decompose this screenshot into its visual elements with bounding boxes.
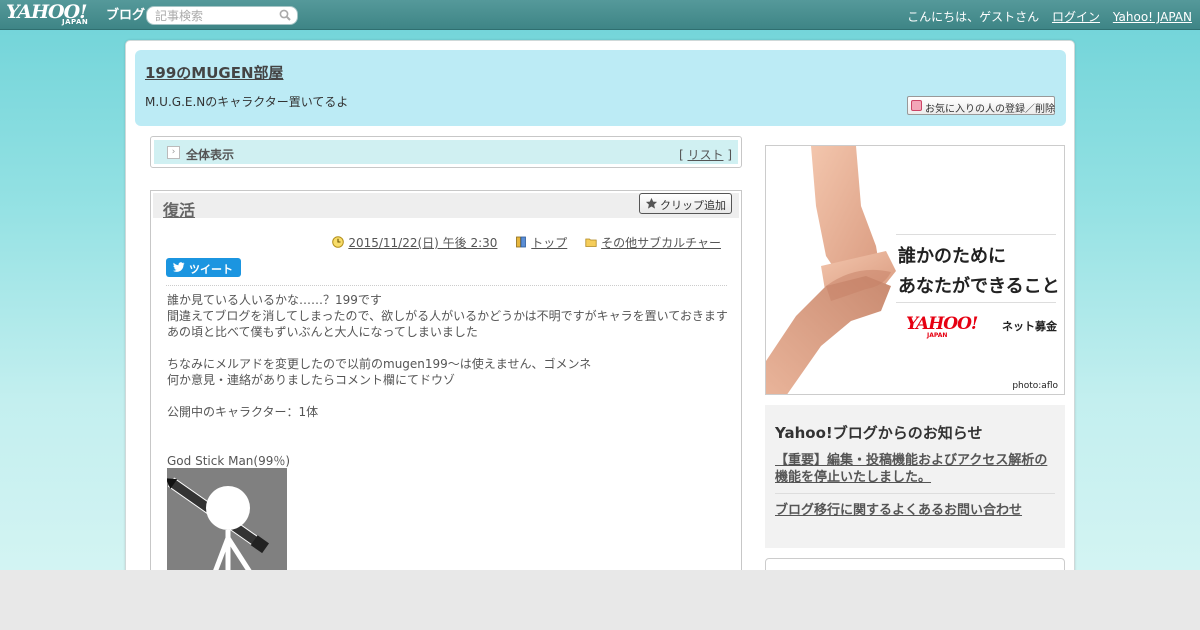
post-body: 誰か見ている人いるかな……？199です 間違えてブログを消してしまったので、欲し… xyxy=(167,292,729,420)
notice-link-important[interactable]: 【重要】編集・投稿機能およびアクセス解析の機能を停止いたしました。 xyxy=(775,452,1057,486)
notice-box: Yahoo!ブログからのお知らせ 【重要】編集・投稿機能およびアクセス解析の機能… xyxy=(765,405,1065,548)
clock-icon xyxy=(332,236,345,248)
post-body-line: 誰か見ている人いるかな……？199です xyxy=(167,293,382,307)
list-bracket-open: [ xyxy=(678,148,684,162)
search-icon[interactable] xyxy=(279,9,291,21)
list-view-link-group: [ リスト ] xyxy=(679,146,732,163)
book-icon xyxy=(516,236,527,248)
blog-subtitle: M.U.G.E.Nのキャラクター置いてるよ xyxy=(145,95,349,109)
ad-yahoo-japan-sub: JAPAN xyxy=(927,332,948,339)
logo-japan-text: JAPAN xyxy=(62,18,89,26)
post-date-item: 2015/11/22(日) 午後 2:30 xyxy=(332,234,497,251)
favorite-button-label: お気に入りの人の登録／削除 xyxy=(925,104,1055,115)
post-category-item: その他サブカルチャー xyxy=(585,234,721,251)
character-image[interactable] xyxy=(167,468,287,570)
post-header: 復活 クリップ追加 xyxy=(153,193,739,221)
post-body-line xyxy=(167,340,729,356)
chevron-right-icon: › xyxy=(167,146,180,159)
character-caption: God Stick Man(99％) xyxy=(167,454,291,468)
ad-service-name: ネット募金 xyxy=(1002,320,1057,333)
ad-headline-2: あなたができること xyxy=(898,276,1060,297)
post-datetime-link[interactable]: 2015/11/22(日) 午後 2:30 xyxy=(348,236,497,250)
ad-headline-1: 誰かのために xyxy=(898,246,1006,267)
category-label: 全体表示 xyxy=(186,148,235,162)
login-link[interactable]: ログイン xyxy=(1052,10,1100,24)
handshake-photo xyxy=(766,146,896,394)
category-bar-inner: › 全体表示 [ リスト ] xyxy=(154,140,738,164)
notice-separator xyxy=(775,493,1055,494)
post-body-line: ちなみにメルアドを変更したので以前のmugen199～は使えません、ゴメンネ xyxy=(167,357,592,371)
star-icon xyxy=(645,197,658,209)
post-body-line: 間違えてブログを消してしまったので、欲しがる人がいるかどうかは不明ですがキャラを… xyxy=(167,309,728,323)
folder-icon xyxy=(585,238,597,247)
top-navigation-bar: YAHOO! JAPAN ブログ こんにちは、ゲストさん ログイン Yahoo!… xyxy=(0,0,1200,30)
ad-rule-bottom xyxy=(896,302,1056,303)
logo-blog-text: ブログ xyxy=(106,8,146,23)
heart-icon xyxy=(911,100,922,111)
yahoo-japan-link[interactable]: Yahoo! JAPAN xyxy=(1113,10,1192,24)
page-viewport: YAHOO! JAPAN ブログ こんにちは、ゲストさん ログイン Yahoo!… xyxy=(0,0,1200,570)
search-box xyxy=(146,6,298,25)
post-meta: 2015/11/22(日) 午後 2:30 トップ その他サブカルチャー xyxy=(318,234,721,251)
clip-button-label: クリップ追加 xyxy=(660,199,726,212)
ad-yahoo-logo: YAHOO! xyxy=(906,314,978,334)
post-body-line: 公開中のキャラクター：1体 xyxy=(167,405,319,419)
favorite-register-button[interactable]: お気に入りの人の登録／削除 xyxy=(907,96,1055,115)
notice-link-faq[interactable]: ブログ移行に関するよくあるお問い合わせ xyxy=(775,499,1022,518)
top-link[interactable]: トップ xyxy=(531,236,567,250)
blog-frame: 199のMUGEN部屋 M.U.G.E.Nのキャラクター置いてるよ お気に入りの… xyxy=(125,40,1075,570)
ad-rule-top xyxy=(896,234,1056,235)
post-divider xyxy=(166,285,727,286)
list-view-link[interactable]: リスト xyxy=(687,148,723,162)
sidebar-bottom-box xyxy=(765,558,1065,570)
notice-heading: Yahoo!ブログからのお知らせ xyxy=(775,424,983,442)
stick-man-figure xyxy=(167,468,287,570)
post-body-line xyxy=(167,388,729,404)
blog-header: 199のMUGEN部屋 M.U.G.E.Nのキャラクター置いてるよ お気に入りの… xyxy=(135,50,1066,126)
tweet-button[interactable]: ツイート xyxy=(166,258,241,277)
search-input[interactable] xyxy=(155,8,275,23)
blog-title[interactable]: 199のMUGEN部屋 xyxy=(145,62,284,83)
blog-post: 復活 クリップ追加 2015/11/22(日) 午後 2:30 トップ その他サ… xyxy=(150,190,742,570)
list-bracket-close: ] xyxy=(727,148,732,162)
category-link[interactable]: その他サブカルチャー xyxy=(601,236,721,250)
post-title[interactable]: 復活 xyxy=(163,197,195,221)
twitter-bird-icon xyxy=(173,262,185,272)
charity-ad-banner[interactable]: 誰かのために あなたができること YAHOO! JAPAN ネット募金 phot… xyxy=(765,145,1065,395)
category-bar: › 全体表示 [ リスト ] xyxy=(150,136,742,168)
post-body-line: あの頃と比べて僕もずいぶんと大人になってしまいました xyxy=(167,325,478,339)
post-body-line: 何か意見・連絡がありましたらコメント欄にてドウゾ xyxy=(167,373,456,387)
post-top-item: トップ xyxy=(515,234,567,251)
tweet-button-label: ツイート xyxy=(189,263,233,276)
user-links: こんにちは、ゲストさん ログイン Yahoo! JAPAN xyxy=(898,8,1192,25)
clip-add-button[interactable]: クリップ追加 xyxy=(639,193,732,214)
ad-photo-credit: photo:aflo xyxy=(1012,381,1058,391)
greeting-text: こんにちは、ゲストさん xyxy=(907,10,1040,24)
